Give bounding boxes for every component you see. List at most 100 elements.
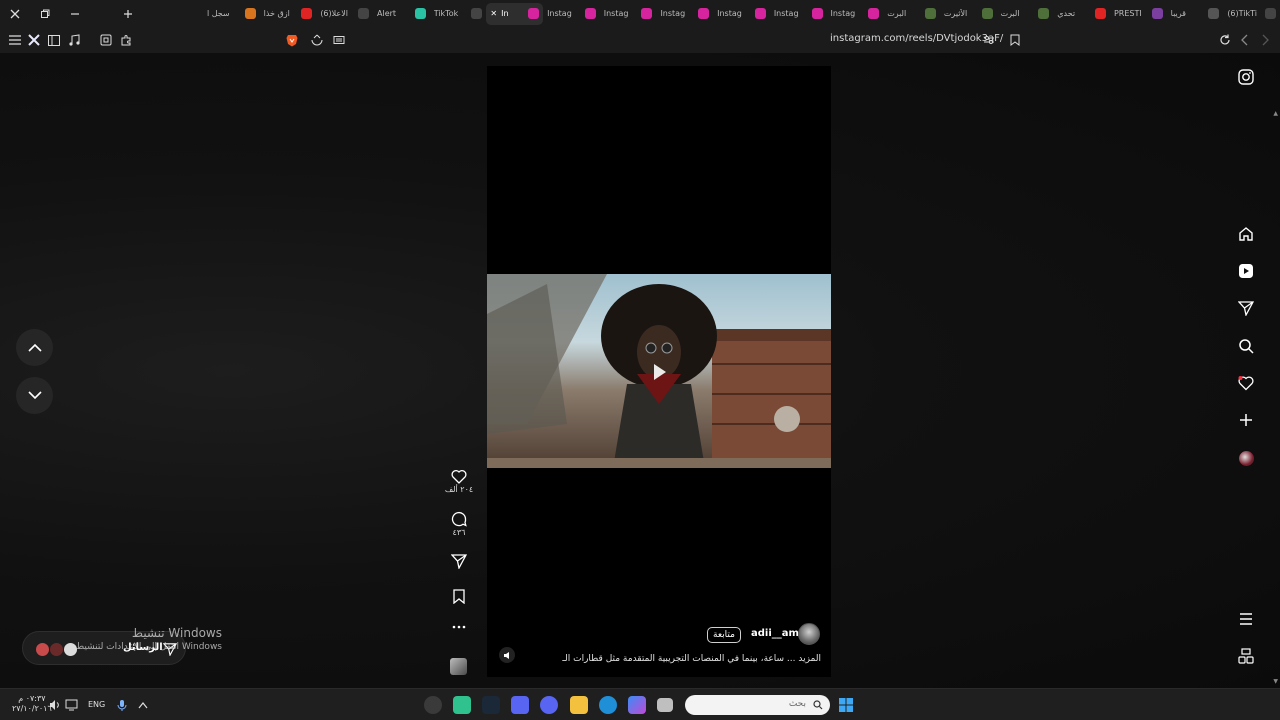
music-button[interactable]: [66, 32, 82, 48]
chevron-up-icon[interactable]: [138, 701, 148, 709]
browser-tab[interactable]: قريبا: [1167, 3, 1224, 25]
extensions-button[interactable]: [118, 32, 134, 48]
bookmark-button[interactable]: [1007, 32, 1023, 48]
browser-tab[interactable]: PRESTI: [1110, 3, 1167, 25]
browser-tab[interactable]: Instag: [713, 3, 770, 25]
minimize-window-button[interactable]: [60, 0, 90, 27]
language-indicator[interactable]: ENG: [88, 700, 105, 709]
tab-list: (6)TikTi قريبا PRESTI تحدي البرت الأثيرت البرت…: [142, 0, 1280, 27]
avatar[interactable]: [798, 623, 820, 645]
previous-reel-button[interactable]: [16, 329, 53, 366]
tiktok-app-icon[interactable]: [453, 696, 471, 714]
clock[interactable]: ٠٧:٣٧ م ٢٧/١٠/٢٠١٦: [12, 694, 52, 714]
browser-tab[interactable]: البرت: [883, 3, 940, 25]
browser-tab[interactable]: الأثيرت: [940, 3, 997, 25]
menu-button[interactable]: [7, 32, 23, 48]
heart-icon[interactable]: [451, 469, 467, 484]
browser-tab[interactable]: Instag: [600, 3, 657, 25]
volume-icon[interactable]: [49, 699, 61, 711]
instagram-icon: [811, 8, 823, 19]
avatar-icon: [981, 8, 993, 19]
nav-notifications[interactable]: [1236, 373, 1256, 393]
nav-home[interactable]: [1236, 224, 1256, 244]
brave-lion-icon: [286, 34, 298, 46]
file-explorer-icon[interactable]: [570, 696, 588, 714]
instagram-logo-button[interactable]: [1236, 67, 1256, 87]
more-options-button[interactable]: [440, 625, 478, 629]
reel-video[interactable]: [487, 274, 831, 468]
play-icon[interactable]: [649, 362, 669, 382]
browser-tab[interactable]: TikTok: [430, 3, 487, 25]
task-view-icon[interactable]: [657, 698, 673, 712]
settings-app-icon[interactable]: [424, 696, 442, 714]
next-reel-button[interactable]: [16, 377, 53, 414]
follow-button[interactable]: متابعة: [707, 627, 741, 643]
nav-reels[interactable]: [1236, 261, 1256, 281]
speaker-icon: [503, 651, 509, 659]
nav-create[interactable]: [1236, 410, 1256, 430]
browser-tab[interactable]: (6)TikTi: [1223, 3, 1280, 25]
puzzle-icon: [121, 34, 131, 46]
microphone-icon[interactable]: [117, 699, 127, 711]
taskbar-search[interactable]: بحث: [685, 695, 830, 715]
edge-browser-icon[interactable]: [599, 696, 617, 714]
chevron-down-icon: [27, 391, 42, 400]
browser-tab[interactable]: Instag: [827, 3, 884, 25]
reader-mode-button[interactable]: [331, 32, 347, 48]
browser-tab[interactable]: Instag: [770, 3, 827, 25]
site-settings-button[interactable]: [981, 32, 997, 48]
browser-tab[interactable]: (6)الاعلا: [316, 3, 373, 25]
tab-label: Instag: [547, 9, 572, 18]
avatar-icon: [1038, 8, 1050, 19]
x-sidebar-button[interactable]: [26, 32, 42, 48]
windows-start-icon[interactable]: [838, 697, 854, 713]
plus-icon: [124, 9, 132, 18]
scrollbar-down-arrow[interactable]: ▼: [1273, 678, 1278, 685]
activation-title: تنشيط Windows: [131, 626, 222, 640]
back-button[interactable]: [1237, 32, 1253, 48]
reload-button[interactable]: [1217, 32, 1233, 48]
scrollbar-up-arrow[interactable]: ▲: [1273, 110, 1278, 117]
nav-profile[interactable]: [1236, 448, 1256, 468]
steam-app-icon[interactable]: [482, 696, 500, 714]
nav-more[interactable]: [1236, 609, 1256, 629]
close-tab-icon[interactable]: ✕: [490, 9, 497, 18]
nav-search[interactable]: [1236, 336, 1256, 356]
close-window-button[interactable]: [0, 0, 30, 27]
browser-tab[interactable]: Instag: [543, 3, 600, 25]
comment-icon[interactable]: [451, 511, 467, 527]
mute-button[interactable]: [499, 647, 515, 663]
bookmark-icon[interactable]: [453, 589, 465, 604]
browser-tab[interactable]: Alert: [373, 3, 430, 25]
reel-username[interactable]: adii__am: [751, 628, 799, 639]
x-app-icon[interactable]: [511, 696, 529, 714]
screenshot-icon: [100, 34, 112, 46]
tab-label: (6)الاعلا: [320, 9, 348, 18]
audio-thumbnail[interactable]: [450, 658, 467, 675]
restore-window-button[interactable]: [30, 0, 60, 27]
network-icon[interactable]: [65, 699, 78, 711]
like-action: ٢٠٤ ألف: [440, 469, 478, 494]
nav-messages[interactable]: [1236, 298, 1256, 318]
screenshot-button[interactable]: [98, 32, 114, 48]
browser-tab[interactable]: البرت: [997, 3, 1054, 25]
brave-shield-button[interactable]: [284, 32, 300, 48]
browser-tab[interactable]: ✕ In: [486, 2, 544, 25]
browser-tab[interactable]: سجل ا: [203, 3, 260, 25]
new-tab-button[interactable]: [113, 0, 143, 27]
tiktok-icon: [1265, 8, 1276, 19]
send-icon[interactable]: [451, 554, 467, 569]
forward-button[interactable]: [1257, 32, 1273, 48]
browser-tab[interactable]: Instag: [656, 3, 713, 25]
address-bar-url[interactable]: instagram.com/reels/DVtjodok3aF/: [830, 33, 1003, 44]
discord-app-icon[interactable]: [540, 696, 558, 714]
nav-also-from-meta[interactable]: [1236, 646, 1256, 666]
copilot-icon[interactable]: [628, 696, 646, 714]
browser-tab[interactable]: تحدي: [1053, 3, 1110, 25]
share-button[interactable]: [309, 32, 325, 48]
reel-player[interactable]: متابعة adii__am المزيد ... ساعة، بينما ف…: [487, 66, 831, 677]
chevron-up-icon: [27, 343, 42, 352]
reel-caption[interactable]: المزيد ... ساعة، بينما في المنصات التجري…: [562, 654, 821, 664]
sidebar-toggle-button[interactable]: [46, 32, 62, 48]
browser-tab[interactable]: ازق خذا: [260, 3, 317, 25]
